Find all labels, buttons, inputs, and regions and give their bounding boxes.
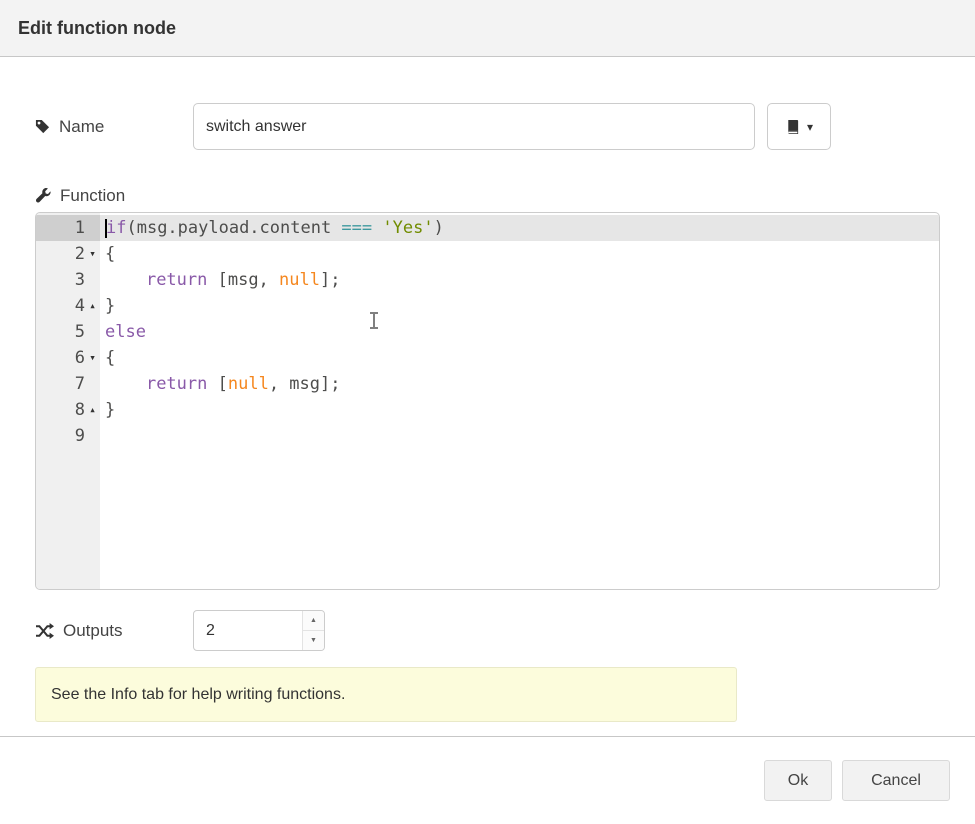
code-line: 4▴} xyxy=(36,293,939,319)
dialog-body: Name ▾ xyxy=(0,57,975,736)
code-line: 1 if(msg.payload.content === 'Yes') xyxy=(36,215,939,241)
shuffle-icon xyxy=(35,623,54,639)
function-label-row: Function xyxy=(35,186,940,206)
code-line: 6▾{ xyxy=(36,345,939,371)
outputs-label: Outputs xyxy=(35,621,193,641)
code-text[interactable]: else xyxy=(100,319,939,345)
fold-widget-icon[interactable]: ▾ xyxy=(85,241,100,267)
line-number: 5 xyxy=(75,319,85,345)
outputs-row: Outputs ▲ ▼ xyxy=(35,610,940,651)
function-label-text: Function xyxy=(60,186,125,206)
code-line: 3 return [msg, null]; xyxy=(36,267,939,293)
line-number: 6 xyxy=(75,345,85,371)
code-line: 9 xyxy=(36,423,939,449)
tag-icon xyxy=(35,119,50,134)
code-text[interactable]: return [null, msg]; xyxy=(100,371,939,397)
function-code-editor[interactable]: 1if(msg.payload.content === 'Yes')2▾{3 r… xyxy=(35,212,940,590)
spinner-buttons: ▲ ▼ xyxy=(302,611,324,650)
function-label: Function xyxy=(35,186,193,206)
code-lines: 1if(msg.payload.content === 'Yes')2▾{3 r… xyxy=(36,213,939,449)
code-text[interactable] xyxy=(100,423,939,449)
name-row: Name ▾ xyxy=(35,103,940,150)
code-text[interactable]: } xyxy=(100,293,939,319)
gutter-cell: 7 xyxy=(36,371,100,397)
gutter-cell: 3 xyxy=(36,267,100,293)
code-line: 5 else xyxy=(36,319,939,345)
fold-widget-icon[interactable]: ▾ xyxy=(85,345,100,371)
dialog-title: Edit function node xyxy=(18,18,176,39)
gutter-cell: 2▾ xyxy=(36,241,100,267)
outputs-label-text: Outputs xyxy=(63,621,123,641)
name-label: Name xyxy=(35,117,193,137)
code-line: 7 return [null, msg]; xyxy=(36,371,939,397)
name-input[interactable] xyxy=(193,103,755,150)
cancel-button[interactable]: Cancel xyxy=(842,760,950,801)
code-text[interactable]: { xyxy=(100,345,939,371)
wrench-icon xyxy=(35,188,51,204)
code-text[interactable]: return [msg, null]; xyxy=(100,267,939,293)
gutter-cell: 5 xyxy=(36,319,100,345)
text-cursor-pointer xyxy=(369,312,379,329)
fold-widget-icon[interactable]: ▴ xyxy=(85,397,100,423)
outputs-increment-button[interactable]: ▲ xyxy=(303,611,324,631)
line-number: 2 xyxy=(75,241,85,267)
gutter-cell: 9 xyxy=(36,423,100,449)
library-dropdown-button[interactable]: ▾ xyxy=(767,103,831,150)
fold-widget-icon[interactable]: ▴ xyxy=(85,293,100,319)
outputs-spinner: ▲ ▼ xyxy=(193,610,325,651)
name-label-text: Name xyxy=(59,117,104,137)
gutter-cell: 8▴ xyxy=(36,397,100,423)
ok-button[interactable]: Ok xyxy=(764,760,832,801)
line-number: 4 xyxy=(75,293,85,319)
gutter-cell: 4▴ xyxy=(36,293,100,319)
line-number: 9 xyxy=(75,423,85,449)
code-text[interactable]: if(msg.payload.content === 'Yes') xyxy=(100,215,939,241)
gutter-cell: 6▾ xyxy=(36,345,100,371)
line-number: 1 xyxy=(75,215,85,241)
dialog-header: Edit function node xyxy=(0,0,975,57)
line-number: 3 xyxy=(75,267,85,293)
edit-function-node-dialog: Edit function node Name xyxy=(0,0,975,824)
line-number: 7 xyxy=(75,371,85,397)
code-text[interactable]: { xyxy=(100,241,939,267)
code-line: 2▾{ xyxy=(36,241,939,267)
outputs-decrement-button[interactable]: ▼ xyxy=(303,631,324,650)
gutter-cell: 1 xyxy=(36,215,100,241)
dialog-footer: Ok Cancel xyxy=(0,736,975,824)
code-line: 8▴} xyxy=(36,397,939,423)
code-text[interactable]: } xyxy=(100,397,939,423)
line-number: 8 xyxy=(75,397,85,423)
caret-down-icon: ▾ xyxy=(807,120,813,134)
book-icon xyxy=(785,119,800,135)
form-tip-text: See the Info tab for help writing functi… xyxy=(51,686,345,704)
form-tip: See the Info tab for help writing functi… xyxy=(35,667,737,722)
